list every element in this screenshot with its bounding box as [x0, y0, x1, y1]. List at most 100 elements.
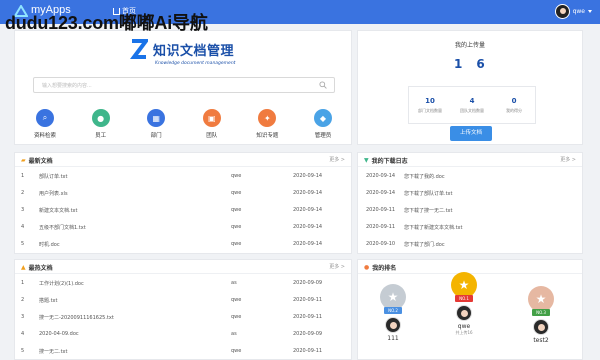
upload-button[interactable]: 上传文档 — [450, 126, 492, 141]
row-index: 2 — [21, 297, 25, 303]
row-date: 2020-09-09 — [293, 331, 323, 337]
row-filename: 搜一无二-20200911161625.txt — [39, 315, 114, 321]
table-row[interactable]: 5 搜一无二.txt qwe 2020-09-11 — [15, 343, 351, 360]
user-menu[interactable]: qwe — [554, 4, 592, 19]
panel-header: ▰ 最新文档 更多 > — [15, 153, 351, 167]
row-index: 3 — [21, 207, 25, 213]
quick-link-label: 管理员 — [314, 133, 332, 139]
quick-link-search[interactable]: ⌕ 资料检索 — [23, 109, 67, 139]
row-user: qwe — [231, 207, 242, 213]
stat-label: 部门文档数量 — [418, 107, 442, 113]
folder-icon: ▰ — [21, 157, 26, 164]
more-link[interactable]: 更多 > — [329, 263, 345, 270]
search-icon: ⌕ — [36, 109, 54, 127]
rank-user-name: qwe — [457, 323, 471, 330]
user-name: qwe — [572, 8, 585, 15]
more-link[interactable]: 更多 > — [329, 156, 345, 163]
row-filename: 2020-04-09.doc — [39, 331, 79, 337]
list-item[interactable]: 2020-09-11 您下载了新建文本文档.txt — [358, 219, 582, 236]
quick-link-team[interactable]: ▣ 团队 — [190, 109, 234, 139]
table-row[interactable]: 5 时机.doc qwe 2020-09-14 — [15, 236, 351, 253]
panel-title: ▼ 我的下载日志 — [364, 156, 408, 165]
list-item[interactable]: 2020-09-11 您下载了搜一无二.txt — [358, 202, 582, 219]
quick-link-admin[interactable]: ◆ 管理员 — [301, 109, 345, 139]
table-row[interactable]: 1 工作计划(2)(1).doc as 2020-09-09 — [15, 275, 351, 292]
rank-first: ★ NO.1 qwe 共上传16 — [451, 272, 477, 336]
stat-item: 0 我的得分 — [493, 87, 535, 123]
quick-link-label: 部门 — [150, 133, 162, 139]
person-icon: ● — [91, 109, 110, 127]
row-user: as — [231, 331, 237, 337]
row-date: 2020-09-11 — [293, 314, 323, 320]
table-row[interactable]: 2 用户列表.xls qwe 2020-09-14 — [15, 185, 351, 202]
upload-digit: 1 — [454, 57, 463, 71]
panel-header: ▲ 最热文档 更多 > — [15, 260, 351, 274]
row-user: qwe — [231, 173, 242, 179]
row-filename: 搜一无二.txt — [39, 349, 68, 355]
row-filename: 部队订单.txt — [39, 174, 68, 180]
stat-label: 我的得分 — [506, 107, 522, 113]
quick-link-label: 知识专题 — [256, 133, 279, 139]
search-icon[interactable] — [319, 81, 327, 89]
quick-link-department[interactable]: ▦ 部门 — [134, 109, 178, 139]
quick-link-topics[interactable]: ✦ 知识专题 — [245, 109, 289, 139]
log-date: 2020-09-11 — [366, 224, 396, 230]
list-item[interactable]: 2020-09-10 您下载了部门.doc — [358, 236, 582, 253]
table-row[interactable]: 2 搭题.txt qwe 2020-09-11 — [15, 292, 351, 309]
row-date: 2020-09-14 — [293, 173, 323, 179]
row-date: 2020-09-11 — [293, 297, 323, 303]
rank-second: ★ NO.2 111 — [380, 284, 406, 342]
quick-link-staff[interactable]: ● 员工 — [79, 109, 123, 139]
table-row[interactable]: 1 部队订单.txt qwe 2020-09-14 — [15, 168, 351, 185]
row-user: qwe — [231, 224, 242, 230]
recent-docs-table: 1 部队订单.txt qwe 2020-09-14 2 用户列表.xls qwe 2020-… — [15, 168, 351, 253]
row-filename: 时机.doc — [39, 242, 60, 248]
log-date: 2020-09-11 — [366, 207, 396, 213]
table-row[interactable]: 4 2020-04-09.doc as 2020-09-09 — [15, 326, 351, 343]
table-row[interactable]: 3 搜一无二-20200911161625.txt qwe 2020-09-11 — [15, 309, 351, 326]
rank-user-name: test2 — [533, 337, 549, 344]
table-row[interactable]: 4 五级不部门文档1.txt qwe 2020-09-14 — [15, 219, 351, 236]
avatar — [456, 305, 472, 321]
panel-title-text: 我的排名 — [372, 265, 397, 272]
download-icon: ▼ — [364, 157, 369, 164]
more-link[interactable]: 更多 > — [560, 156, 576, 163]
panel-title-text: 最新文档 — [28, 158, 53, 165]
stat-item: 10 部门文档数量 — [409, 87, 451, 123]
avatar — [533, 319, 549, 335]
stat-item: 4 团队文档数量 — [451, 87, 493, 123]
row-date: 2020-09-14 — [293, 207, 323, 213]
table-row[interactable]: 3 新建文本文档.txt qwe 2020-09-14 — [15, 202, 351, 219]
row-date: 2020-09-14 — [293, 224, 323, 230]
upload-card: 我的上传量 1 6 10 部门文档数量 4 团队文档数量 0 我的得分 上传文档 — [357, 30, 583, 145]
hot-docs-table: 1 工作计划(2)(1).doc as 2020-09-09 2 搭题.txt qwe 20… — [15, 275, 351, 360]
row-date: 2020-09-11 — [293, 348, 323, 354]
row-user: qwe — [231, 190, 242, 196]
list-item[interactable]: 2020-09-14 您下载了我的.doc — [358, 168, 582, 185]
quick-link-label: 团队 — [206, 133, 218, 139]
row-date: 2020-09-14 — [293, 241, 323, 247]
recent-docs-panel: ▰ 最新文档 更多 > 1 部队订单.txt qwe 2020-09-14 2 用户列表… — [14, 152, 352, 254]
search-input[interactable]: 输入想要搜索的内容... — [33, 77, 335, 93]
department-icon: ▦ — [147, 109, 166, 127]
panel-title: ▲ 最热文档 — [21, 263, 53, 272]
rank-badge: NO.3 — [532, 309, 550, 316]
log-text: 您下载了搜一无二.txt — [404, 208, 453, 214]
row-user: qwe — [231, 241, 242, 247]
row-user: qwe — [231, 348, 242, 354]
row-user: qwe — [231, 297, 242, 303]
panel-title-text: 最热文档 — [28, 265, 53, 272]
row-index: 4 — [21, 331, 25, 337]
log-text: 您下载了部门.doc — [404, 242, 445, 248]
brand-title: 知识文档管理 — [153, 43, 235, 59]
watermark-text: dudu123.com嘟嘟Ai导航 — [5, 13, 208, 33]
row-user: qwe — [231, 314, 242, 320]
brand-subtitle: Knowledge document management — [155, 61, 236, 66]
rank-user-name: 111 — [387, 335, 399, 342]
row-filename: 五级不部门文档1.txt — [39, 225, 86, 231]
tag-icon: ◆ — [313, 109, 332, 127]
fire-icon: ▲ — [21, 264, 26, 271]
quick-link-label: 员工 — [95, 133, 107, 139]
list-item[interactable]: 2020-09-14 您下载了部队订单.txt — [358, 185, 582, 202]
log-date: 2020-09-10 — [366, 241, 396, 247]
